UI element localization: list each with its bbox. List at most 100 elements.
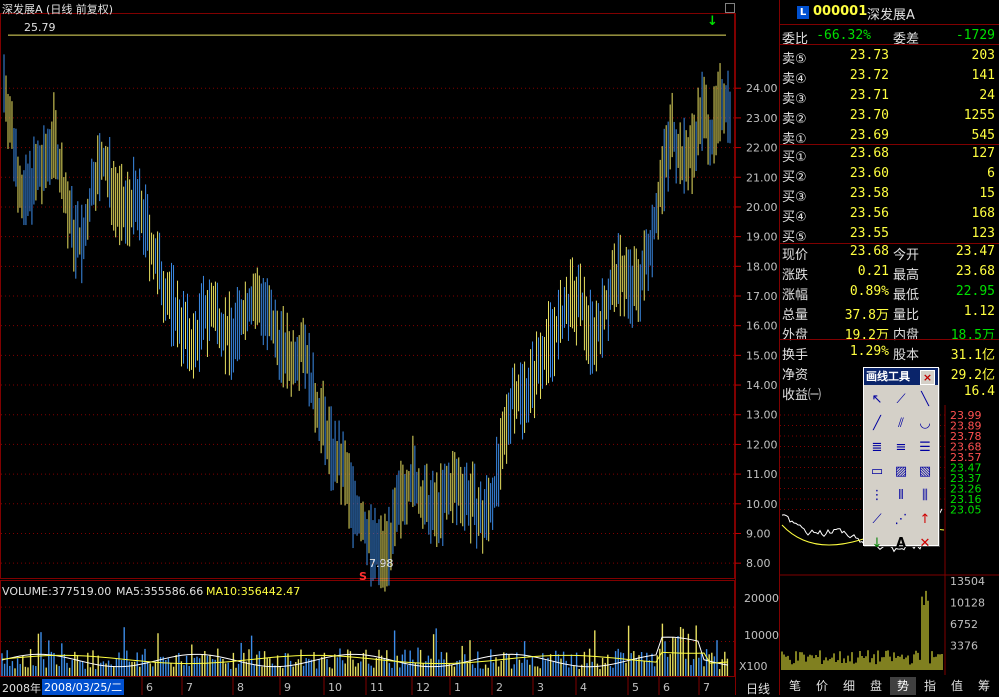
buy-order-volume: 123 [971, 226, 995, 241]
volume-unit: X100 [739, 660, 768, 673]
draw-tool-titlebar[interactable]: 画线工具 × [864, 368, 938, 385]
sell-order-row: 卖③ 23.71 24 [782, 87, 999, 107]
buy-order-label: 买① [782, 150, 807, 165]
tab-2[interactable]: 细 [836, 677, 862, 695]
pointer-tool-icon[interactable]: ↖ [866, 388, 888, 410]
rectangle-tool-icon[interactable]: ▭ [866, 460, 888, 482]
panel-divider [780, 24, 999, 25]
buy-order-row: 买① 23.68 127 [782, 145, 999, 165]
draw-tool-title: 画线工具 [866, 370, 910, 383]
stat-row: 外盘 19.2万 内盘 18.5万 [782, 323, 999, 343]
volume-ma10-label: MA10:356442.47 [206, 585, 301, 598]
price-axis-label: 23.00 [746, 112, 778, 125]
buy-order-row: 买④ 23.56 168 [782, 205, 999, 225]
gann-fan-tool-icon[interactable]: ⋰ [890, 508, 912, 530]
month-label: 3 [537, 681, 544, 694]
straight-line-tool-icon[interactable]: ╱ [866, 412, 888, 434]
sell-order-label: 卖③ [782, 92, 807, 107]
weibi-value: -66.32% [816, 28, 871, 43]
panel-divider [780, 339, 999, 340]
intraday-volume-axis-label: 3376 [950, 640, 978, 653]
draw-tool-palette[interactable]: 画线工具 × ↖ ⟋ ╲ ╱ ⫽ ◡ ≣ ≡ ☰ ▭ ▨ ▧ ⋮ ⦀ ⫼ ⟋ ⋰… [863, 367, 939, 551]
buy-order-price: 23.60 [849, 166, 889, 181]
period-label[interactable]: 日线 [746, 680, 770, 697]
sell-order-price: 23.72 [849, 68, 889, 83]
maximize-icon[interactable] [725, 3, 735, 13]
buy-order-volume: 6 [987, 166, 995, 181]
golden-ratio-tool-icon[interactable]: ≣ [866, 436, 888, 458]
tab-6[interactable]: 值 [944, 677, 970, 695]
fibonacci-cycle-tool-icon[interactable]: ⦀ [890, 484, 912, 506]
intraday-volume-axis-label: 13504 [950, 575, 985, 588]
price-axis-label: 16.00 [746, 320, 778, 333]
stat-label: 收益㈠ [782, 388, 822, 403]
price-axis-label: 8.00 [746, 557, 771, 570]
down-arrow-icon[interactable]: ↓ [707, 14, 718, 29]
intraday-axis-label: 23.05 [950, 504, 982, 517]
weicha-value: -1729 [955, 28, 995, 43]
stat-label: 量比 [893, 308, 920, 323]
stat-value: 22.95 [955, 284, 995, 299]
stat-row: 涨幅 0.89% 最低 22.95 [782, 283, 999, 303]
buy-order-label: 买④ [782, 210, 807, 225]
parallel-line-tool-icon[interactable]: ⫽ [890, 412, 912, 434]
month-label: 12 [416, 681, 430, 694]
panel-divider [780, 243, 999, 244]
close-icon[interactable]: × [920, 370, 935, 385]
tab-4[interactable]: 势 [890, 677, 916, 695]
gann-line-tool-icon[interactable]: ⫼ [914, 484, 936, 506]
panel-divider [780, 44, 999, 45]
month-label: 9 [284, 681, 291, 694]
linear-regression-tool-icon[interactable]: ▨ [890, 460, 912, 482]
stat-label: 涨幅 [782, 288, 809, 303]
month-label: 10 [328, 681, 342, 694]
delete-tool-icon[interactable]: ✕ [914, 532, 936, 554]
price-axis-label: 9.00 [746, 527, 771, 540]
stat-value: 1.29% [849, 344, 889, 359]
tab-5[interactable]: 指 [917, 677, 943, 695]
tab-0[interactable]: 笔 [782, 677, 808, 695]
price-axis-label: 24.00 [746, 82, 778, 95]
sell-order-label: 卖④ [782, 72, 807, 87]
volume-ma10-line [1, 651, 729, 665]
price-axis-label: 20.00 [746, 201, 778, 214]
stat-row: 总量 37.8万 量比 1.12 [782, 303, 999, 323]
price-axis-label: 13.00 [746, 409, 778, 422]
stat-label: 今开 [893, 248, 920, 263]
stat-value: 23.68 [955, 264, 995, 279]
arc-tool-icon[interactable]: ◡ [914, 412, 936, 434]
intraday-volume-axis-label: 10128 [950, 597, 985, 610]
sell-order-label: 卖⑤ [782, 52, 807, 67]
tab-7[interactable]: 筹 [971, 677, 997, 695]
up-arrow-tool-icon[interactable]: ↑ [914, 508, 936, 530]
month-label: 4 [580, 681, 587, 694]
down-arrow-tool-icon[interactable]: ↓ [866, 532, 888, 554]
sell-order-row: 卖② 23.70 1255 [782, 107, 999, 127]
buy-order-volume: 127 [971, 146, 995, 161]
stat-value: 23.68 [849, 244, 889, 259]
band-line-tool-icon[interactable]: ☰ [914, 436, 936, 458]
speed-line-tool-icon[interactable]: ⟋ [866, 508, 888, 530]
cycle-line-tool-icon[interactable]: ⋮ [866, 484, 888, 506]
level-badge: L [797, 6, 809, 19]
price-axis-label: 22.00 [746, 142, 778, 155]
percent-line-tool-icon[interactable]: ≡ [890, 436, 912, 458]
cursor-date: 2008/03/25/二 [42, 679, 125, 695]
stat-label: 最高 [893, 268, 920, 283]
stock-code: 000001 [813, 4, 868, 19]
stat-label: 内盘 [893, 328, 920, 343]
ray-tool-icon[interactable]: ╲ [914, 388, 936, 410]
tab-3[interactable]: 盘 [863, 677, 889, 695]
line-segment-tool-icon[interactable]: ⟋ [890, 388, 912, 410]
buy-order-volume: 15 [979, 186, 995, 201]
sell-order-volume: 24 [979, 88, 995, 103]
regression-channel-tool-icon[interactable]: ▧ [914, 460, 936, 482]
buy-order-price: 23.55 [849, 226, 889, 241]
tab-1[interactable]: 价 [809, 677, 835, 695]
sell-order-price: 23.69 [849, 128, 889, 143]
text-tool-icon[interactable]: A [890, 532, 912, 554]
stat-value: 18.5万 [950, 328, 995, 343]
price-axis-label: 10.00 [746, 498, 778, 511]
sell-order-price: 23.71 [849, 88, 889, 103]
sell-signal-icon: S [359, 570, 367, 583]
